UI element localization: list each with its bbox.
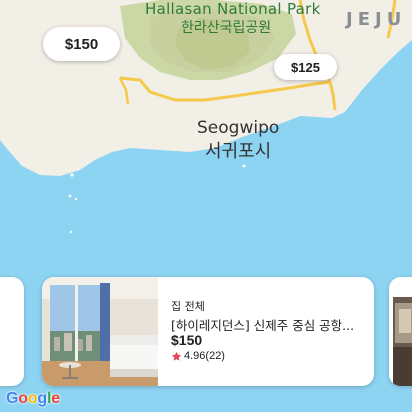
islet	[74, 197, 78, 201]
islet	[69, 230, 73, 234]
region-label: JEJU	[346, 9, 407, 30]
park-label-en: Hallasan National Park	[145, 0, 321, 18]
star-icon	[171, 351, 182, 361]
city-label-en: Seogwipo	[197, 118, 280, 138]
islet	[68, 194, 72, 198]
listing-rating: 4.96(22)	[171, 350, 225, 362]
price-marker[interactable]: $150	[43, 27, 120, 61]
islet	[242, 164, 246, 168]
listing-photo-next	[389, 277, 412, 386]
listing-card-next[interactable]	[389, 277, 412, 386]
rating-value: 4.96(22)	[184, 350, 225, 362]
price-marker[interactable]: $125	[274, 54, 337, 80]
listing-price: $150	[171, 332, 203, 348]
park-label-ko: 한라산국립공원	[181, 20, 272, 36]
city-label-ko: 서귀포시	[205, 141, 272, 162]
islet	[70, 173, 74, 177]
listing-type: 집 전체	[171, 300, 205, 313]
listing-photo	[42, 277, 158, 386]
google-logo: Google	[6, 390, 60, 407]
listing-card[interactable]: 집 전체 [하이레지던스] 신제주 중심 공항... $150 4.96(22)	[42, 277, 374, 386]
listing-card-previous[interactable]	[0, 277, 24, 386]
